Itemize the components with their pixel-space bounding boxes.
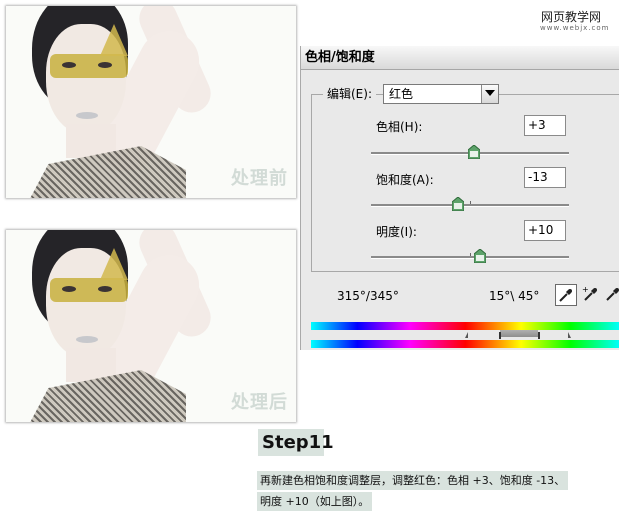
input-color-bar [311,322,619,330]
range-left-text: 315°/345° [337,289,399,303]
saturation-label: 饱和度(A): [376,173,434,187]
step-title: Step11 [258,429,334,456]
output-color-bar [311,340,619,348]
hue-saturation-dialog: 色相/饱和度 编辑(E): 红色 色相(H): +3 饱和度(A): -13 明… [300,46,619,350]
edit-label: 编辑(E): [323,86,376,102]
photo-after-label: 处理后 [231,392,288,413]
hue-input[interactable]: +3 [524,115,566,136]
saturation-input[interactable]: -13 [524,167,566,188]
hue-slider-thumb[interactable] [468,145,480,159]
site-url: www.webjx.com [540,24,610,32]
range-markers[interactable] [461,330,571,340]
step-description-line1: 再新建色相饱和度调整层，调整红色：色相 +3、饱和度 -13、 [257,471,569,490]
chevron-down-icon[interactable] [481,85,498,103]
range-right-text: 15°\ 45° [489,289,540,303]
site-watermark: 网页教学网 [541,10,602,24]
eyedropper-icon[interactable] [555,284,577,306]
lightness-slider-track[interactable] [371,253,569,259]
photo-before-label: 处理前 [231,168,288,189]
saturation-slider-track[interactable] [371,201,569,207]
eyedropper-minus-icon[interactable] [605,284,619,306]
eyedropper-plus-icon[interactable]: + [581,284,603,306]
edit-channel-select[interactable]: 红色 [383,84,499,104]
settings-group [311,94,619,272]
lightness-input[interactable]: +10 [524,220,566,241]
edit-channel-value: 红色 [389,87,414,101]
lightness-slider-thumb[interactable] [474,249,486,263]
hue-label: 色相(H): [376,120,423,134]
photo-before: 处理前 [6,6,296,198]
svg-text:+: + [582,285,589,294]
step-description-line2: 明度 +10（如上图）。 [257,492,373,511]
saturation-slider-thumb[interactable] [452,197,464,211]
lightness-label: 明度(I): [376,225,417,239]
dialog-title: 色相/饱和度 [301,46,619,70]
photo-after: 处理后 [6,230,296,422]
